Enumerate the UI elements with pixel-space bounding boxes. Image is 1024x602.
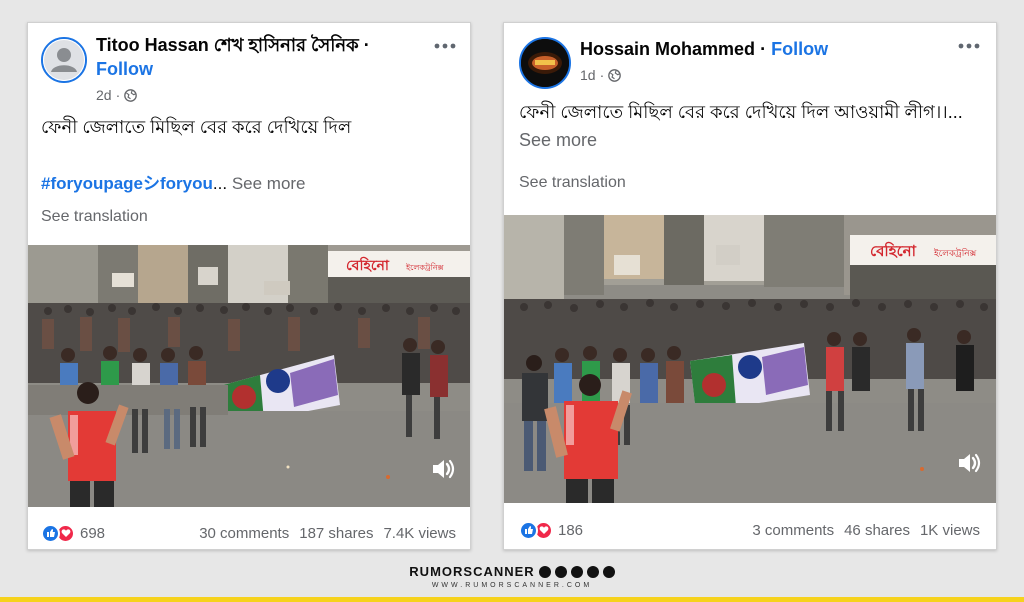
see-more-link[interactable]: See more [519,130,597,150]
post-footer: 698 30 comments 187 shares 7.4K views [28,513,470,549]
default-avatar-icon [43,39,85,81]
separator-dot: · [760,39,767,59]
profile-avatar[interactable] [519,37,571,89]
see-more-link[interactable]: See more [232,174,306,193]
watermark-brand: RUMORSCANNER [409,564,535,579]
facebook-icon [538,565,551,578]
reactions-summary[interactable]: 698 [41,523,106,543]
volume-icon [959,453,981,473]
post-time[interactable]: 2d [96,87,112,103]
post-text: ফেনী জেলাতে মিছিল বের করে দেখিয়ে দিল [41,117,352,137]
post-hashtag-line: #foryoupageシforyou... See more [41,169,306,194]
post-time[interactable]: 1d [580,67,596,83]
watermark-url: WWW.RUMORSCANNER.COM [431,582,593,589]
post-footer: 186 3 comments 46 shares 1K views [504,510,996,549]
more-options-button[interactable] [954,35,984,57]
video-player[interactable]: বেহিনো ইলেকট্রনিক্স [28,245,470,507]
page-logo-avatar-icon [521,39,569,87]
author-name[interactable]: Hossain Mohammed [580,39,755,59]
follow-button[interactable]: Follow [771,39,828,59]
shop-sign-sub: ইলেকট্রনিক্স [933,248,977,259]
post-card-1: Titoo Hassan শেখ হাসিনার সৈনিক · Follow … [27,22,471,550]
comments-count[interactable]: 30 comments [199,525,289,542]
watermark-brand-line: RUMORSCANNER [409,564,615,579]
see-translation-link[interactable]: See translation [519,174,626,192]
shop-sign-text: বেহিনো [870,241,917,260]
shop-sign-sub: ইলেকট্রনিক্স [405,263,444,272]
hashtag-link[interactable]: #foryoupageシforyou [41,174,213,193]
shares-count[interactable]: 46 shares [844,522,910,539]
volume-button[interactable] [956,451,984,475]
meta-dot: · [115,87,121,103]
post-header: Hossain Mohammed · Follow [580,37,828,61]
post-text-body: ফেনী জেলাতে মিছিল বের করে দেখিয়ে দিল আও… [519,102,963,122]
post-card-2: Hossain Mohammed · Follow 1d · ফেনী জেলা… [503,22,997,550]
post-text: ফেনী জেলাতে মিছিল বের করে দেখিয়ে দিল আও… [519,98,989,154]
profile-avatar[interactable] [41,37,87,83]
reactions-summary[interactable]: 186 [519,520,584,540]
like-icon [519,520,538,540]
tiktok-icon [602,565,615,578]
instagram-icon [586,565,599,578]
comments-count[interactable]: 3 comments [752,522,834,539]
video-frame: বেহিনো ইলেকট্রনিক্স [28,245,470,507]
meta-dot: · [599,67,605,83]
video-frame: বেহিনো ইলেকট্রনিক্স [504,215,996,503]
volume-icon [433,459,455,479]
separator-dot: · [363,35,370,55]
like-icon [41,523,60,543]
author-name[interactable]: Titoo Hassan শেখ হাসিনার সৈনিক [96,35,359,55]
video-player[interactable]: বেহিনো ইলেকট্রনিক্স [504,215,996,503]
see-translation-link[interactable]: See translation [41,208,148,226]
reaction-count: 698 [80,524,106,542]
post-stats: 3 comments 46 shares 1K views [752,522,980,539]
bottom-accent-bar [0,597,1024,602]
post-header: Titoo Hassan শেখ হাসিনার সৈনিক · Follow [96,33,426,81]
twitter-icon [570,565,583,578]
post-stats: 30 comments 187 shares 7.4K views [199,525,456,542]
more-dots-icon [958,43,980,49]
views-count: 1K views [919,521,980,539]
follow-button[interactable]: Follow [96,59,153,79]
globe-icon [124,88,138,102]
views-count: 7.4K views [383,524,456,542]
shares-count[interactable]: 187 shares [299,525,373,542]
reaction-count: 186 [558,521,584,539]
globe-icon [608,68,622,82]
rumorscanner-watermark: RUMORSCANNER WWW.RUMORSCANNER.COM [0,563,1024,589]
post-meta: 1d · [580,67,622,83]
more-dots-icon [434,43,456,49]
volume-button[interactable] [430,457,458,481]
youtube-icon [554,565,567,578]
shop-sign-text: বেহিনো [346,256,390,274]
ellipsis: ... [212,174,228,193]
post-meta: 2d · [96,87,138,103]
more-options-button[interactable] [430,35,460,57]
